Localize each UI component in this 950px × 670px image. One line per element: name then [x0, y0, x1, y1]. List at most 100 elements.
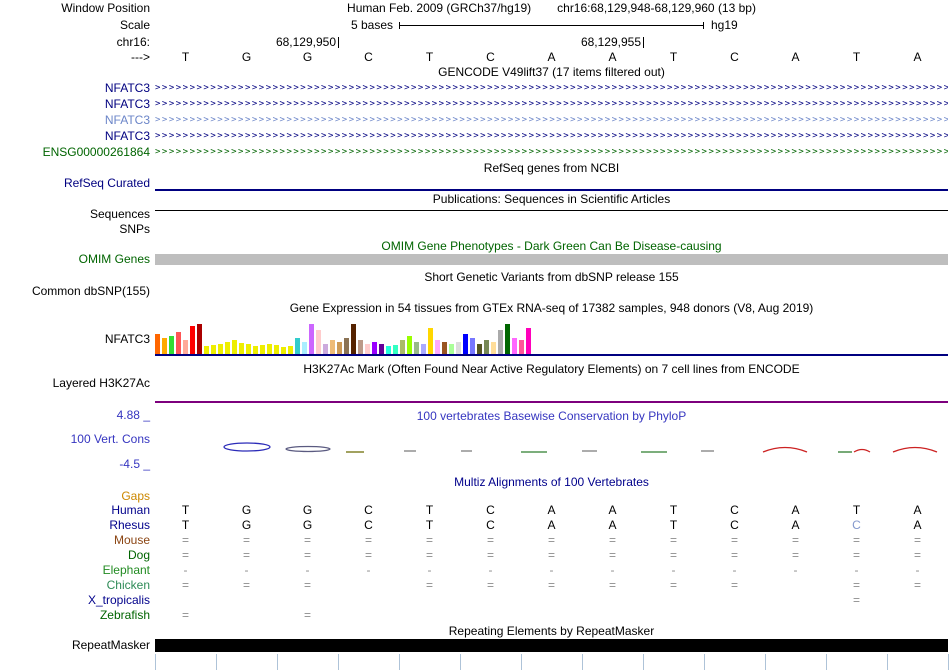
- gtex-tissue-bar[interactable]: [162, 338, 167, 354]
- gtex-tissue-bar[interactable]: [274, 345, 279, 354]
- gtex-bar-chart[interactable]: [155, 320, 948, 354]
- gene-track-label[interactable]: NFATC3: [0, 82, 150, 95]
- gtex-tissue-bar[interactable]: [498, 330, 503, 354]
- omim-genes-item[interactable]: [155, 254, 948, 265]
- gtex-tissue-bar[interactable]: [442, 342, 447, 354]
- gene-track-label[interactable]: NFATC3: [0, 114, 150, 127]
- gtex-tissue-bar[interactable]: [379, 344, 384, 354]
- gtex-tissue-bar[interactable]: [421, 344, 426, 354]
- base-letter: T: [399, 51, 460, 64]
- gtex-tissue-bar[interactable]: [211, 345, 216, 354]
- gencode-track-title: GENCODE V49lift37 (17 items filtered out…: [155, 66, 948, 79]
- gtex-tissue-bar[interactable]: [477, 344, 482, 354]
- gtex-tissue-bar[interactable]: [225, 342, 230, 354]
- gtex-tissue-bar[interactable]: [309, 324, 314, 354]
- gtex-tissue-bar[interactable]: [470, 338, 475, 354]
- ruler-tick: [643, 37, 644, 48]
- gtex-tissue-bar[interactable]: [484, 340, 489, 354]
- gtex-tissue-bar[interactable]: [456, 342, 461, 354]
- gtex-tissue-bar[interactable]: [449, 344, 454, 354]
- sequences-track-label[interactable]: Sequences: [0, 208, 150, 221]
- gtex-tissue-bar[interactable]: [372, 342, 377, 354]
- gene-track-item[interactable]: >>>>>>>>>>>>>>>>>>>>>>>>>>>>>>>>>>>>>>>>…: [155, 146, 948, 159]
- gene-track-label[interactable]: NFATC3: [0, 98, 150, 111]
- layered-h3k27ac-label[interactable]: Layered H3K27Ac: [0, 377, 150, 390]
- gtex-tissue-bar[interactable]: [386, 346, 391, 354]
- gtex-tissue-bar[interactable]: [505, 324, 510, 354]
- base-letter: A: [887, 51, 948, 64]
- gtex-tissue-bar[interactable]: [519, 340, 524, 354]
- gene-track-item[interactable]: >>>>>>>>>>>>>>>>>>>>>>>>>>>>>>>>>>>>>>>>…: [155, 82, 948, 95]
- gtex-tissue-bar[interactable]: [330, 340, 335, 354]
- conservation-plot[interactable]: [155, 430, 948, 470]
- alignment-base: =: [155, 549, 216, 562]
- snps-track-label[interactable]: SNPs: [0, 223, 150, 236]
- gtex-tissue-bar[interactable]: [246, 344, 251, 354]
- gtex-tissue-bar[interactable]: [414, 342, 419, 354]
- gene-track-label[interactable]: NFATC3: [0, 130, 150, 143]
- gtex-tissue-bar[interactable]: [344, 338, 349, 354]
- gtex-tissue-bar[interactable]: [281, 347, 286, 354]
- gtex-tissue-bar[interactable]: [400, 340, 405, 354]
- gtex-tissue-bar[interactable]: [218, 344, 223, 354]
- gene-track-label[interactable]: ENSG00000261864: [0, 146, 150, 159]
- gaps-row-label[interactable]: Gaps: [0, 490, 150, 503]
- gtex-tissue-bar[interactable]: [407, 336, 412, 354]
- alignment-base: [643, 609, 704, 622]
- gtex-tissue-bar[interactable]: [197, 324, 202, 354]
- gtex-tissue-bar[interactable]: [526, 328, 531, 354]
- gtex-tissue-bar[interactable]: [267, 344, 272, 354]
- gtex-tissue-bar[interactable]: [239, 343, 244, 354]
- alignment-species-label[interactable]: Zebrafish: [0, 609, 150, 622]
- alignment-species-label[interactable]: Human: [0, 504, 150, 517]
- gtex-tissue-bar[interactable]: [491, 342, 496, 354]
- gtex-tissue-bar[interactable]: [512, 338, 517, 354]
- gtex-tissue-bar[interactable]: [190, 326, 195, 354]
- gtex-tissue-bar[interactable]: [337, 342, 342, 354]
- gtex-tissue-bar[interactable]: [183, 340, 188, 354]
- refseq-curated-label[interactable]: RefSeq Curated: [0, 177, 150, 190]
- gtex-tissue-bar[interactable]: [260, 345, 265, 354]
- alignment-base: =: [582, 534, 643, 547]
- base-guideline: [155, 654, 156, 670]
- gtex-tissue-bar[interactable]: [169, 336, 174, 354]
- conservation-track-title: 100 vertebrates Basewise Conservation by…: [155, 410, 948, 423]
- gtex-tissue-bar[interactable]: [428, 328, 433, 354]
- gtex-tissue-bar[interactable]: [365, 344, 370, 354]
- omim-genes-label[interactable]: OMIM Genes: [0, 253, 150, 266]
- repeatmasker-item[interactable]: [155, 639, 948, 652]
- gene-track-item[interactable]: >>>>>>>>>>>>>>>>>>>>>>>>>>>>>>>>>>>>>>>>…: [155, 130, 948, 143]
- gtex-tissue-bar[interactable]: [323, 344, 328, 354]
- gtex-tissue-bar[interactable]: [155, 334, 160, 354]
- gtex-tissue-bar[interactable]: [295, 338, 300, 354]
- sequences-track-item[interactable]: [155, 210, 948, 211]
- conservation-mark: [854, 450, 870, 453]
- gene-track-item[interactable]: >>>>>>>>>>>>>>>>>>>>>>>>>>>>>>>>>>>>>>>>…: [155, 114, 948, 127]
- alignment-species-label[interactable]: Dog: [0, 549, 150, 562]
- gtex-gene-label[interactable]: NFATC3: [0, 333, 150, 346]
- gtex-tissue-bar[interactable]: [351, 324, 356, 354]
- gene-track-item[interactable]: >>>>>>>>>>>>>>>>>>>>>>>>>>>>>>>>>>>>>>>>…: [155, 98, 948, 111]
- alignment-species-label[interactable]: Elephant: [0, 564, 150, 577]
- gtex-tissue-bar[interactable]: [393, 345, 398, 354]
- repeatmasker-label[interactable]: RepeatMasker: [0, 639, 150, 652]
- gtex-tissue-bar[interactable]: [463, 334, 468, 354]
- alignment-base: =: [277, 579, 338, 592]
- refseq-curated-item[interactable]: [155, 189, 948, 191]
- gtex-tissue-bar[interactable]: [316, 330, 321, 354]
- conservation-track-label[interactable]: 100 Vert. Cons: [0, 433, 150, 446]
- gtex-tissue-bar[interactable]: [253, 346, 258, 354]
- alignment-species-label[interactable]: Mouse: [0, 534, 150, 547]
- gtex-tissue-bar[interactable]: [176, 332, 181, 354]
- alignment-base: -: [704, 564, 765, 577]
- gtex-tissue-bar[interactable]: [288, 346, 293, 354]
- alignment-species-label[interactable]: Rhesus: [0, 519, 150, 532]
- gtex-tissue-bar[interactable]: [204, 346, 209, 354]
- gtex-tissue-bar[interactable]: [435, 340, 440, 354]
- gtex-tissue-bar[interactable]: [358, 340, 363, 354]
- gtex-tissue-bar[interactable]: [302, 342, 307, 354]
- alignment-species-label[interactable]: X_tropicalis: [0, 594, 150, 607]
- alignment-species-label[interactable]: Chicken: [0, 579, 150, 592]
- common-dbsnp-label[interactable]: Common dbSNP(155): [0, 285, 150, 298]
- gtex-tissue-bar[interactable]: [232, 340, 237, 354]
